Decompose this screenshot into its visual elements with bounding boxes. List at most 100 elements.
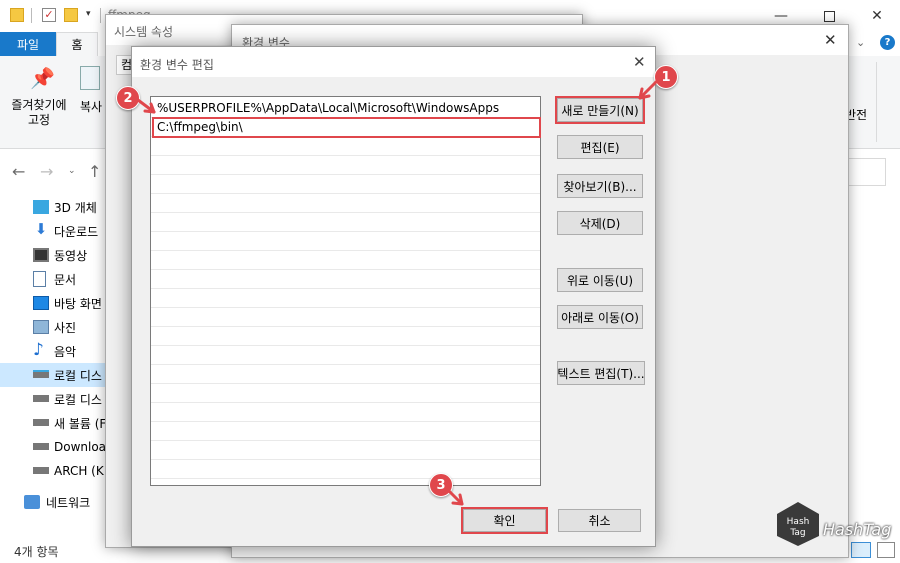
sidebar-item-label: 사진	[54, 320, 77, 335]
up-arrow-icon[interactable]: ↑	[88, 162, 101, 181]
desktop-icon	[33, 296, 49, 310]
list-item[interactable]	[151, 346, 540, 365]
list-item[interactable]	[151, 213, 540, 232]
pin-to-quick-access-button[interactable]: 즐겨찾기에 고정	[8, 98, 70, 128]
network-icon	[24, 495, 40, 509]
drive-icon	[33, 419, 49, 426]
search-box[interactable]	[848, 158, 886, 186]
sidebar-item-label: 로컬 디스	[54, 392, 102, 407]
delete-button[interactable]: 삭제(D)	[557, 211, 643, 235]
sidebar-item-arch-drive[interactable]: ARCH (K:	[0, 459, 110, 483]
close-icon: ✕	[871, 8, 883, 24]
list-item[interactable]	[151, 327, 540, 346]
dialog-title: 환경 변수 편집	[140, 58, 214, 72]
large-icons-view-icon[interactable]	[877, 542, 895, 558]
list-item[interactable]	[151, 441, 540, 460]
tab-home[interactable]: 홈	[56, 32, 98, 56]
drive-icon	[33, 443, 49, 450]
video-icon	[33, 248, 49, 262]
highlight-new-entry	[152, 117, 541, 138]
sidebar-item-pictures[interactable]: 사진	[0, 315, 110, 339]
cube-icon	[33, 200, 49, 214]
sidebar-item-3d-objects[interactable]: 3D 개체	[0, 195, 110, 219]
annotation-arrow-2	[136, 98, 156, 114]
sidebar-item-local-disk-d[interactable]: 로컬 디스	[0, 387, 110, 411]
annotation-arrow-1	[638, 78, 660, 100]
list-item[interactable]	[151, 403, 540, 422]
sidebar-item-label: 바탕 화면	[54, 296, 102, 311]
list-item[interactable]	[151, 251, 540, 270]
download-icon: ⬇	[34, 220, 48, 238]
sidebar-item-downloads[interactable]: ⬇ 다운로드	[0, 219, 110, 243]
list-item[interactable]	[151, 270, 540, 289]
list-item[interactable]	[151, 308, 540, 327]
move-down-button[interactable]: 아래로 이동(O)	[557, 305, 643, 329]
list-item[interactable]	[151, 384, 540, 403]
path-entries-list[interactable]: %USERPROFILE%\AppData\Local\Microsoft\Wi…	[150, 96, 541, 486]
sidebar-item-network[interactable]: 네트워크	[0, 490, 110, 514]
close-button[interactable]: ✕	[854, 0, 900, 32]
list-item[interactable]	[151, 156, 540, 175]
sidebar-item-local-disk-c[interactable]: 로컬 디스	[0, 363, 110, 387]
sidebar-item-label: 로컬 디스	[54, 368, 102, 383]
sidebar-item-label: 동영상	[54, 248, 88, 263]
close-icon[interactable]: ✕	[633, 53, 646, 71]
pin-label-1: 즐겨찾기에	[11, 98, 67, 112]
hashtag-logo-icon: Hash Tag	[777, 502, 819, 546]
hashtag-watermark: Hash Tag	[773, 500, 823, 548]
sidebar-item-label: Downloa	[54, 440, 107, 454]
sidebar-item-downloads-drive[interactable]: Downloa	[0, 435, 110, 459]
pin-label-2: 고정	[27, 113, 51, 127]
music-icon: ♪	[33, 340, 44, 360]
browse-button[interactable]: 찾아보기(B)...	[557, 174, 643, 198]
list-item[interactable]	[151, 289, 540, 308]
sidebar-item-label: 3D 개체	[54, 200, 97, 215]
move-up-button[interactable]: 위로 이동(U)	[557, 268, 643, 292]
list-item[interactable]	[151, 175, 540, 194]
picture-icon	[33, 320, 49, 334]
list-item[interactable]: %USERPROFILE%\AppData\Local\Microsoft\Wi…	[151, 99, 540, 118]
list-item[interactable]	[151, 365, 540, 384]
copy-button[interactable]: 복사	[80, 98, 102, 115]
pin-icon: 📌	[30, 66, 55, 90]
edit-environment-variable-dialog: 환경 변수 편집 ✕ %USERPROFILE%\AppData\Local\M…	[131, 46, 656, 547]
cancel-button[interactable]: 취소	[558, 509, 641, 532]
list-item[interactable]	[151, 460, 540, 479]
sidebar-item-music[interactable]: ♪ 음악	[0, 339, 110, 363]
annotation-arrow-3	[446, 488, 464, 506]
sidebar-item-label: 문서	[54, 272, 77, 287]
ribbon-collapse-icon[interactable]: ⌄	[856, 36, 865, 49]
list-item[interactable]	[151, 232, 540, 251]
folder-icon	[10, 8, 24, 22]
back-arrow-icon[interactable]: ←	[12, 162, 25, 181]
forward-arrow-icon[interactable]: →	[40, 162, 53, 181]
new-folder-icon[interactable]	[64, 8, 78, 22]
close-icon[interactable]: ✕	[824, 31, 837, 49]
watermark-line-1: Hash	[787, 517, 810, 527]
sidebar-item-videos[interactable]: 동영상	[0, 243, 110, 267]
drive-icon	[33, 467, 49, 474]
sidebar-item-desktop[interactable]: 바탕 화면	[0, 291, 110, 315]
list-item[interactable]	[151, 422, 540, 441]
item-count: 4개 항목	[14, 545, 59, 559]
properties-icon[interactable]: ✓	[42, 8, 56, 22]
chevron-down-icon[interactable]: ▾	[86, 9, 91, 19]
list-item[interactable]	[151, 194, 540, 213]
maximize-icon	[823, 10, 835, 22]
list-item[interactable]	[151, 137, 540, 156]
copy-icon	[80, 66, 100, 90]
sidebar-item-label: 음악	[54, 344, 77, 359]
sidebar-item-new-volume[interactable]: 새 볼륨 (F	[0, 411, 110, 435]
details-view-icon[interactable]	[851, 542, 871, 558]
recent-locations-chevron-icon[interactable]: ⌄	[68, 166, 76, 176]
watermark-text: HashTag	[823, 520, 892, 539]
system-properties-title: 시스템 속성	[114, 25, 174, 39]
help-icon[interactable]: ?	[880, 35, 895, 50]
tab-file[interactable]: 파일	[0, 32, 56, 56]
sidebar-item-documents[interactable]: 문서	[0, 267, 110, 291]
sidebar-item-label: 네트워크	[46, 495, 91, 510]
drive-icon	[33, 395, 49, 402]
watermark-line-2: Tag	[789, 528, 805, 538]
edit-text-button[interactable]: 텍스트 편집(T)...	[557, 361, 645, 385]
edit-button[interactable]: 편집(E)	[557, 135, 643, 159]
